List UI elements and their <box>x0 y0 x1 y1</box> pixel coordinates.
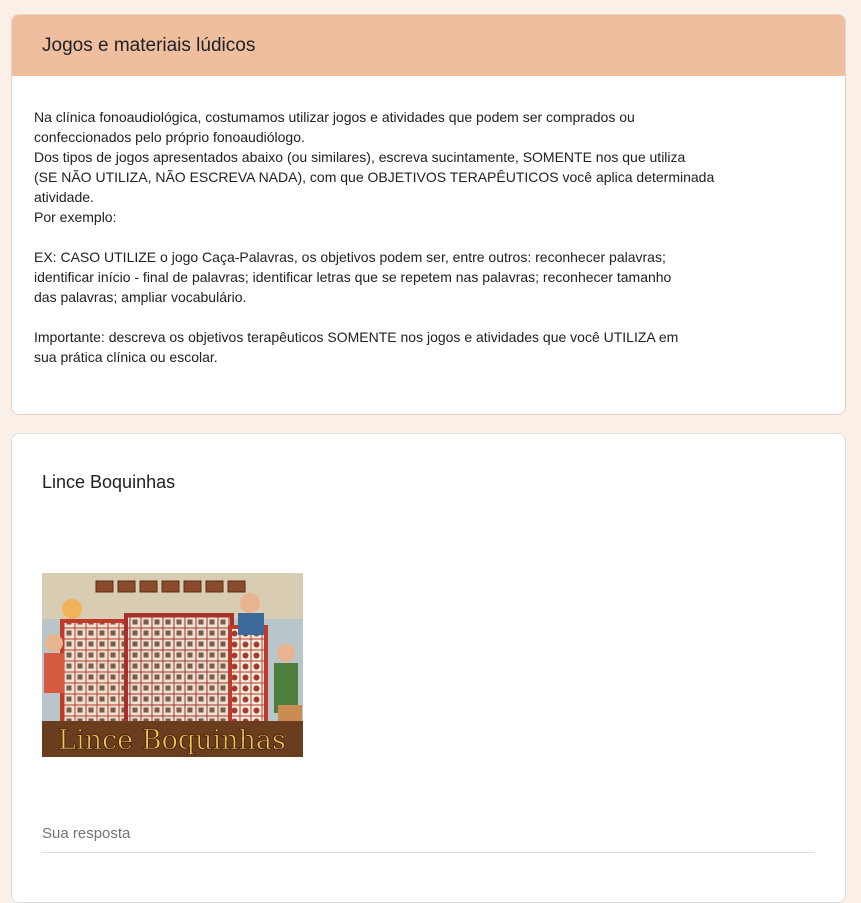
example-line: identificar início - final de palavras; … <box>34 269 672 285</box>
game-image: Lince Boquinhas <box>42 573 303 757</box>
description-line: (SE NÃO UTILIZA, NÃO ESCREVA NADA), com … <box>34 169 715 185</box>
description-line: atividade. <box>34 189 94 205</box>
image-caption: Lince Boquinhas <box>58 725 286 756</box>
question-title: Lince Boquinhas <box>42 472 176 492</box>
description-line: confeccionados pelo próprio fonoaudiólog… <box>34 129 305 145</box>
example-line: EX: CASO UTILIZE o jogo Caça-Palavras, o… <box>34 249 666 265</box>
question-card: Lince Boquinhas Lince Boquinhas Sua resp… <box>11 433 846 903</box>
description-line: Na clínica fonoaudiológica, costumamos u… <box>34 109 635 125</box>
section-header: Jogos e materiais lúdicos <box>12 15 845 76</box>
important-line: sua prática clínica ou escolar. <box>34 349 218 365</box>
game-illustration: Lince Boquinhas <box>42 573 303 757</box>
description-line: Dos tipos de jogos apresentados abaixo (… <box>34 149 686 165</box>
section-card: Jogos e materiais lúdicos Na clínica fon… <box>11 14 846 415</box>
answer-placeholder: Sua resposta <box>42 825 131 842</box>
section-title: Jogos e materiais lúdicos <box>42 35 256 56</box>
example-line: das palavras; ampliar vocabulário. <box>34 289 247 305</box>
description-line: Por exemplo: <box>34 209 117 225</box>
important-line: Importante: descreva os objetivos terapê… <box>34 329 679 345</box>
answer-input[interactable]: Sua resposta <box>42 825 814 853</box>
section-description: Na clínica fonoaudiológica, costumamos u… <box>12 76 845 367</box>
